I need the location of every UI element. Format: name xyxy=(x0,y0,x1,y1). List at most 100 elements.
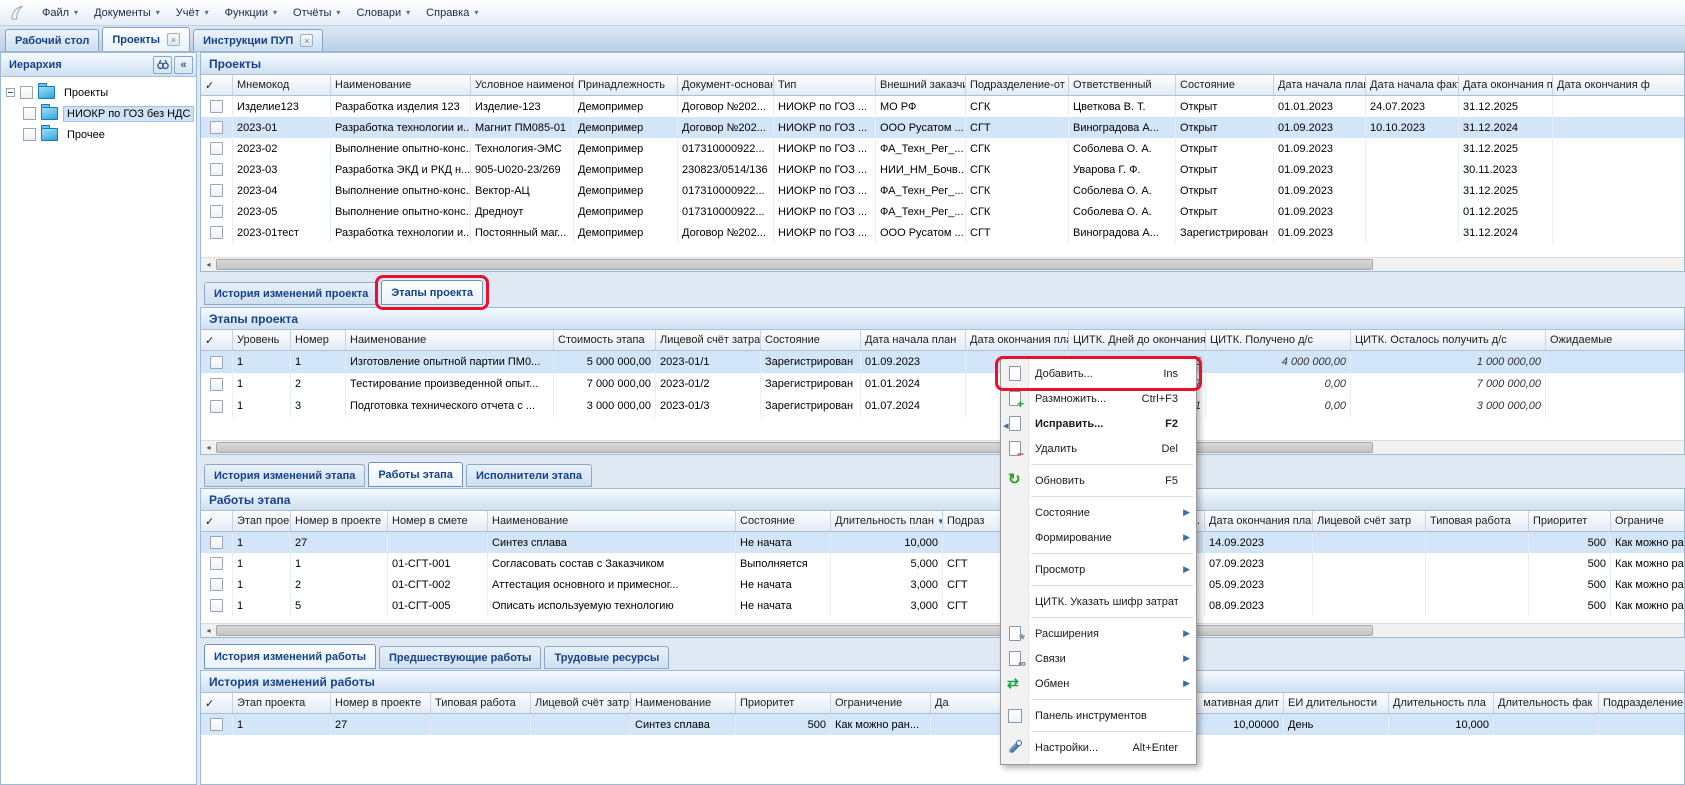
column-header[interactable]: Наименование xyxy=(331,75,471,95)
search-icon[interactable] xyxy=(153,56,172,74)
detail-tab[interactable]: История изменений проекта xyxy=(204,282,378,305)
tab-close-icon[interactable]: × xyxy=(167,33,180,46)
tree-expander-icon[interactable] xyxy=(6,88,15,97)
column-header[interactable]: Дата окончания пл xyxy=(1459,75,1553,95)
context-menu-item[interactable]: Формирование▶ xyxy=(1001,525,1196,550)
row-checkbox[interactable] xyxy=(210,356,223,369)
context-menu-item[interactable]: УдалитьDel xyxy=(1001,436,1196,461)
column-header[interactable]: Подраз xyxy=(943,511,1005,531)
window-tab[interactable]: Проекты× xyxy=(102,27,190,51)
column-header[interactable]: ✓ xyxy=(201,330,233,350)
column-header[interactable]: Уровень xyxy=(233,330,291,350)
context-menu-item[interactable]: ЦИТК. Указать шифр затрат... xyxy=(1001,589,1196,614)
tree-checkbox[interactable] xyxy=(20,86,33,99)
column-header[interactable]: Лицевой счёт затр xyxy=(1313,511,1426,531)
column-header[interactable]: ✓ xyxy=(201,75,233,95)
row-checkbox[interactable] xyxy=(210,557,223,570)
menubar-item[interactable]: Справка▾ xyxy=(418,4,486,22)
row-checkbox[interactable] xyxy=(210,184,223,197)
column-header[interactable]: Номер в проекте xyxy=(331,693,431,713)
table-row[interactable]: 1101-СГТ-001Согласовать состав с Заказчи… xyxy=(201,553,1684,574)
detail-tab[interactable]: История изменений этапа xyxy=(204,464,365,487)
column-header[interactable]: Состояние xyxy=(736,511,831,531)
column-header[interactable]: ЦИТК. Дней до окончания xyxy=(1069,330,1206,350)
row-checkbox[interactable] xyxy=(210,400,223,413)
column-header[interactable]: Номер в смете xyxy=(388,511,488,531)
table-row[interactable]: 11Изготовление опытной партии ПМ0...5 00… xyxy=(201,351,1684,373)
scrollbar-thumb[interactable] xyxy=(216,259,1373,270)
menubar-item[interactable]: Учёт▾ xyxy=(168,4,217,22)
context-menu-item[interactable]: Связи▶ xyxy=(1001,646,1196,671)
detail-tab[interactable]: Предшествующие работы xyxy=(379,646,541,669)
column-header[interactable]: Номер в проекте xyxy=(291,511,388,531)
context-menu-item[interactable]: Обмен▶ xyxy=(1001,671,1196,696)
context-menu-item[interactable]: Расширения▶ xyxy=(1001,621,1196,646)
table-row[interactable]: 127Синтез сплаваНе начата10,00014.09.202… xyxy=(201,532,1684,553)
column-header[interactable]: Да xyxy=(931,693,1006,713)
context-menu-item[interactable]: Панель инструментов xyxy=(1001,703,1196,728)
scrollbar-thumb[interactable] xyxy=(216,442,1373,453)
window-tab[interactable]: Инструкции ПУП× xyxy=(193,29,323,51)
context-menu-item[interactable]: ОбновитьF5 xyxy=(1001,468,1196,493)
scrollbar-thumb[interactable] xyxy=(216,625,1373,636)
column-header[interactable]: Этап проекта xyxy=(233,511,291,531)
menubar-item[interactable]: Файл▾ xyxy=(34,4,86,22)
detail-tab[interactable]: Трудовые ресурсы xyxy=(544,646,669,669)
column-header[interactable]: Ожидаемые xyxy=(1546,330,1684,350)
row-checkbox[interactable] xyxy=(210,121,223,134)
column-header[interactable]: Внешний заказчик xyxy=(876,75,966,95)
column-header[interactable]: Состояние xyxy=(1176,75,1274,95)
menubar-item[interactable]: Документы▾ xyxy=(86,4,168,22)
context-menu-item[interactable]: Добавить...Ins xyxy=(1001,361,1196,386)
tree-item[interactable]: Прочее xyxy=(23,124,196,145)
column-header[interactable]: Номер xyxy=(291,330,346,350)
table-row[interactable]: 13Подготовка технического отчета с ...3 … xyxy=(201,395,1684,417)
table-row[interactable]: 2023-02Выполнение опытно-конс...Технолог… xyxy=(201,138,1684,159)
column-header[interactable]: Дата начала факт. xyxy=(1366,75,1459,95)
collapse-panel-icon[interactable]: « xyxy=(174,56,193,74)
column-header[interactable]: Длительность план▼ xyxy=(831,511,943,531)
context-menu-item[interactable]: Настройки...Alt+Enter xyxy=(1001,735,1196,760)
row-checkbox[interactable] xyxy=(210,599,223,612)
detail-tab[interactable]: Работы этапа xyxy=(368,462,463,487)
column-header[interactable]: Этап проекта xyxy=(233,693,331,713)
table-row[interactable]: 1501-СГТ-005Описать используемую техноло… xyxy=(201,595,1684,616)
column-header[interactable]: Приоритет xyxy=(736,693,831,713)
row-checkbox[interactable] xyxy=(210,100,223,113)
table-row[interactable]: 12Тестирование произведенной опыт...7 00… xyxy=(201,373,1684,395)
column-header[interactable]: Документ-основан xyxy=(678,75,774,95)
column-header[interactable]: Длительность фак xyxy=(1494,693,1599,713)
column-header[interactable]: Дата окончания план xyxy=(1205,511,1313,531)
row-checkbox[interactable] xyxy=(210,226,223,239)
column-header[interactable]: Стоимость этапа xyxy=(554,330,656,350)
row-checkbox[interactable] xyxy=(210,578,223,591)
scroll-left-icon[interactable]: ◂ xyxy=(201,441,216,454)
context-menu-item[interactable]: Исправить...F2 xyxy=(1001,411,1196,436)
column-header[interactable]: Подразделение-ис xyxy=(1599,693,1684,713)
tree-checkbox[interactable] xyxy=(23,107,36,120)
row-checkbox[interactable] xyxy=(210,378,223,391)
row-checkbox[interactable] xyxy=(210,163,223,176)
table-row[interactable]: 127Синтез сплава500Как можно ран...10,00… xyxy=(201,714,1684,735)
tree-checkbox[interactable] xyxy=(23,128,36,141)
column-header[interactable]: ЦИТК. Получено д/с xyxy=(1206,330,1351,350)
table-row[interactable]: 2023-03Разработка ЭКД и РКД н...905-U020… xyxy=(201,159,1684,180)
table-row[interactable]: 2023-01Разработка технологии и...Магнит … xyxy=(201,117,1684,138)
context-menu-item[interactable]: Размножить...Ctrl+F3 xyxy=(1001,386,1196,411)
horizontal-scrollbar[interactable]: ◂ xyxy=(201,257,1684,271)
column-header[interactable]: Наименование xyxy=(488,511,736,531)
row-checkbox[interactable] xyxy=(210,536,223,549)
column-header[interactable]: Тип xyxy=(774,75,876,95)
table-row[interactable]: 2023-04Выполнение опытно-конс...Вектор-А… xyxy=(201,180,1684,201)
scroll-left-icon[interactable]: ◂ xyxy=(201,258,216,271)
column-header[interactable]: Мнемокод xyxy=(233,75,331,95)
column-header[interactable]: ЦИТК. Осталось получить д/с xyxy=(1351,330,1546,350)
detail-tab[interactable]: Этапы проекта xyxy=(381,280,483,305)
column-header[interactable]: Дата начала план. xyxy=(1274,75,1366,95)
column-header[interactable]: Условное наименова xyxy=(471,75,574,95)
column-header[interactable]: Дата окончания ф xyxy=(1553,75,1684,95)
row-checkbox[interactable] xyxy=(210,205,223,218)
column-header[interactable]: Дата начала план xyxy=(861,330,966,350)
column-header[interactable]: Принадлежность xyxy=(574,75,678,95)
row-checkbox[interactable] xyxy=(210,718,223,731)
